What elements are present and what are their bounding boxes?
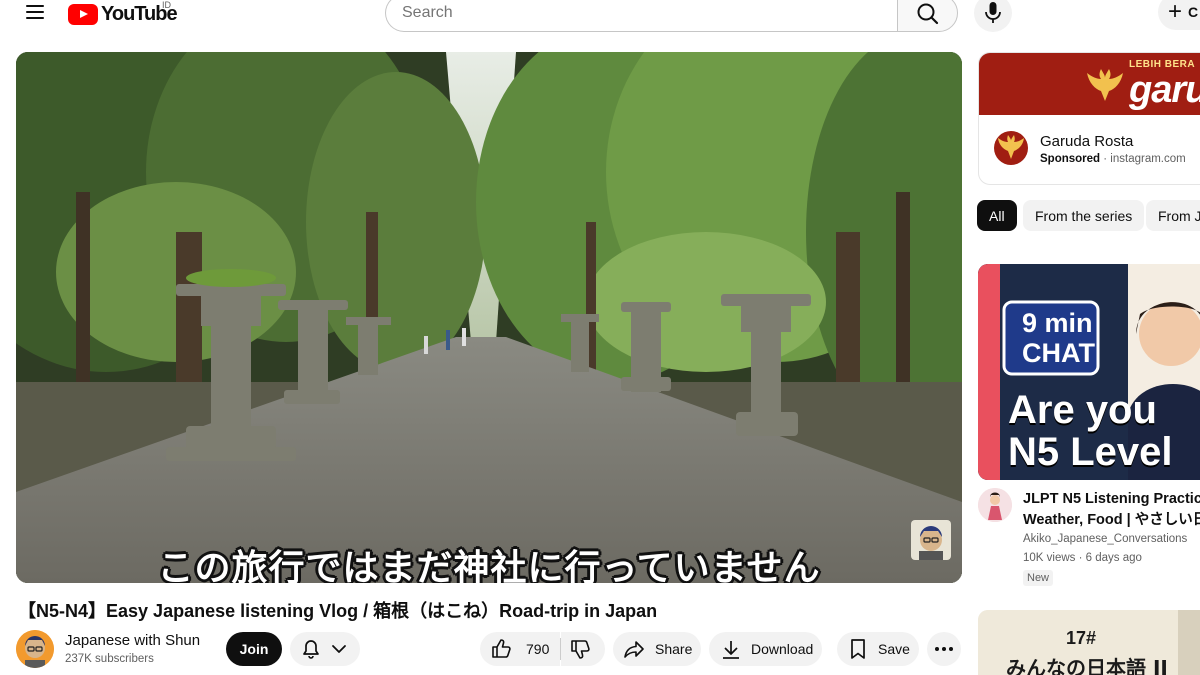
video-title: 【N5-N4】Easy Japanese listening Vlog / 箱根… — [18, 601, 658, 621]
menu-icon[interactable] — [18, 0, 52, 28]
video-frame-forest-path — [16, 52, 962, 583]
search-button[interactable] — [897, 0, 958, 32]
video-subtitle: この旅行ではまだ神社に行っていません — [157, 548, 821, 583]
channel-avatar-icon — [16, 630, 54, 668]
bell-icon — [303, 640, 346, 659]
search-box — [385, 0, 898, 32]
download-label: Download — [751, 641, 814, 657]
ad-avatar[interactable] — [994, 131, 1028, 165]
chevron-down-icon — [332, 645, 346, 653]
sponsored-ad-card[interactable]: LEBIH BERA garu Garuda Rosta Sponsored ·… — [978, 52, 1200, 185]
recommendation-stats: 10K views · 6 days ago — [1023, 552, 1142, 564]
share-icon — [624, 641, 644, 658]
recommendation-channel-avatar[interactable] — [978, 488, 1012, 522]
thumb-text-chat: CHAT — [1022, 338, 1095, 368]
share-label: Share — [655, 641, 693, 657]
garuda-bird-icon — [1087, 69, 1123, 101]
thumbs-down-icon — [571, 640, 590, 659]
ad-advertiser-name[interactable]: Garuda Rosta — [1040, 133, 1133, 150]
download-button[interactable]: Download — [709, 632, 822, 666]
download-icon — [723, 641, 739, 659]
like-count: 790 — [526, 641, 550, 657]
video-player[interactable]: この旅行ではまだ神社に行っていません — [16, 52, 962, 583]
kimono-avatar-icon — [978, 488, 1012, 522]
thumb-text-9min: 9 min — [1022, 308, 1093, 338]
chip-from-the-series[interactable]: From the series — [1023, 200, 1145, 231]
more-horizontal-icon — [935, 647, 953, 651]
thumb2-title: みんなの日本語 II — [1006, 656, 1168, 675]
thumbs-up-icon — [492, 639, 511, 658]
recommendation-thumbnail[interactable]: 9 min CHAT Are you N5 Level — [978, 264, 1200, 480]
new-badge: New — [1023, 570, 1054, 586]
recommendation-channel[interactable]: Akiko_Japanese_Conversations — [1023, 533, 1187, 545]
ad-meta: Sponsored · instagram.com — [1040, 153, 1186, 165]
garuda-logo-icon — [998, 135, 1024, 159]
chip-from-channel[interactable]: From J — [1146, 200, 1200, 231]
save-button[interactable]: Save — [837, 632, 919, 666]
sponsored-label: Sponsored — [1040, 153, 1101, 165]
create-button[interactable]: + C — [1158, 0, 1200, 30]
voice-search-button[interactable] — [974, 0, 1012, 32]
create-label: C — [1188, 4, 1199, 20]
join-button[interactable]: Join — [226, 632, 282, 666]
thumb-text-n5-level: N5 Level — [1008, 430, 1173, 474]
thumb-text-are-you: Are you — [1008, 388, 1157, 432]
channel-avatar[interactable] — [16, 630, 54, 668]
chip-all[interactable]: All — [977, 200, 1017, 231]
subscriber-count: 237K subscribers — [65, 653, 154, 665]
share-button[interactable]: Share — [613, 632, 701, 666]
channel-name[interactable]: Japanese with Shun — [65, 632, 200, 649]
ad-banner-wordmark: garu — [1129, 69, 1200, 111]
more-actions-button[interactable] — [927, 632, 961, 666]
ad-banner[interactable]: LEBIH BERA garu — [979, 53, 1200, 115]
ad-domain: instagram.com — [1110, 153, 1186, 165]
masthead: YouTube ID + C — [0, 0, 1200, 40]
notification-button[interactable] — [290, 632, 360, 666]
plus-icon: + — [1168, 0, 1183, 25]
dislike-button[interactable] — [561, 632, 605, 666]
channel-watermark[interactable] — [911, 520, 951, 560]
recommendation-thumbnail-2[interactable]: 17# みんなの日本語 II — [978, 610, 1200, 675]
search-input[interactable] — [402, 4, 898, 22]
youtube-logo[interactable]: YouTube — [68, 2, 178, 26]
recommendation-title[interactable]: JLPT N5 Listening Practice Weather, Food… — [1023, 489, 1200, 531]
watermark-avatar-icon — [919, 526, 943, 560]
thumb2-episode: 17# — [1066, 628, 1097, 648]
country-code: ID — [162, 0, 171, 10]
search-icon — [917, 3, 939, 25]
bookmark-icon — [851, 639, 865, 659]
youtube-play-icon — [68, 3, 98, 25]
save-label: Save — [878, 641, 910, 657]
mic-icon — [985, 2, 1001, 23]
like-button[interactable]: 790 — [480, 632, 560, 666]
